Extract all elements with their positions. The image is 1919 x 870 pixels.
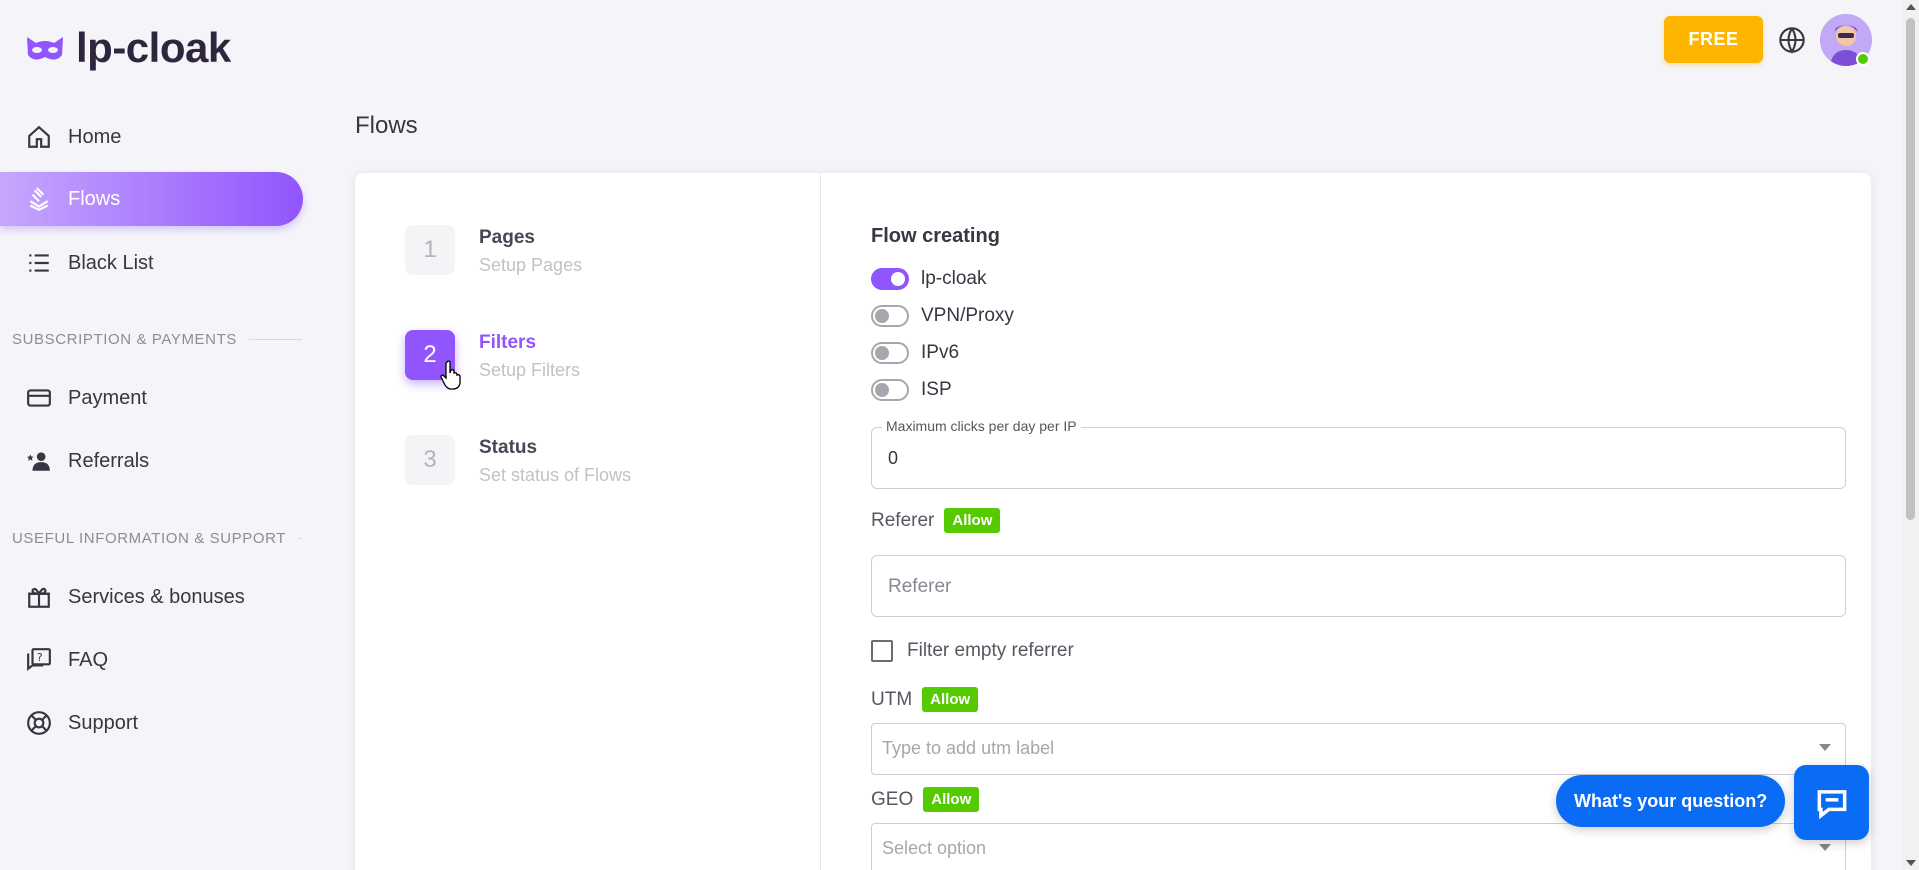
mask-logo-icon (27, 37, 63, 60)
flow-wizard-card: 1 Pages Setup Pages 2 Filters Setup Filt… (355, 173, 1871, 870)
step-title: Status (479, 437, 538, 458)
form-title: Flow creating (871, 225, 1000, 247)
section-header-info: USEFUL INFORMATION & SUPPORT (12, 530, 302, 547)
utm-select[interactable]: Type to add utm label (871, 723, 1846, 775)
lifebuoy-icon (27, 711, 51, 735)
scrollbar-thumb[interactable] (1906, 18, 1915, 520)
geo-label: GEO (871, 788, 914, 810)
step-pages[interactable]: 1 Pages Setup Pages (405, 225, 582, 276)
geo-placeholder: Select option (882, 838, 987, 858)
plan-free-button[interactable]: FREE (1664, 16, 1763, 63)
toggle-row-lp-cloak[interactable]: lp-cloak (871, 268, 986, 290)
toggle-label: IPv6 (921, 342, 960, 363)
geo-label-row: GEO Allow (871, 787, 980, 812)
toggle-label: ISP (921, 379, 952, 400)
chevron-down-icon[interactable] (1819, 744, 1831, 751)
hand-cursor-icon (440, 360, 461, 390)
chat-prompt-bubble[interactable]: What's your question? (1556, 775, 1786, 827)
step-filters[interactable]: 2 Filters Setup Filters (405, 330, 580, 381)
toggle-label: lp-cloak (921, 268, 987, 289)
logo[interactable]: lp-cloak (24, 24, 231, 72)
step-subtitle: Set status of Flows (479, 465, 632, 485)
chat-icon (1817, 789, 1846, 819)
lp-cloak-toggle[interactable] (871, 268, 909, 290)
sidebar-item-black-list[interactable]: Black List (0, 236, 303, 290)
toggle-row-vpn-proxy[interactable]: VPN/Proxy (871, 305, 1014, 327)
globe-icon[interactable] (1778, 26, 1806, 54)
sidebar-item-label: Referrals (68, 449, 150, 472)
step-title: Filters (479, 332, 537, 353)
scroll-down-arrow-icon[interactable] (1906, 860, 1916, 866)
geo-allow-badge[interactable]: Allow (923, 787, 980, 812)
gift-icon (28, 587, 50, 608)
online-status-dot (1856, 52, 1870, 66)
step-title: Pages (479, 227, 535, 248)
sidebar-item-support[interactable]: Support (0, 696, 303, 750)
max-clicks-label: Maximum clicks per day per IP (882, 418, 1081, 434)
step-status[interactable]: 3 Status Set status of Flows (405, 435, 631, 486)
filter-empty-referrer-checkbox[interactable] (871, 640, 893, 662)
section-header-subscription: SUBSCRIPTION & PAYMENTS (12, 331, 302, 348)
sidebar-item-label: Home (68, 125, 122, 148)
sidebar-item-label: FAQ (68, 648, 109, 671)
vpn-proxy-toggle[interactable] (871, 305, 909, 327)
utm-label-row: UTM Allow (871, 687, 979, 712)
user-star-icon (27, 452, 50, 471)
sidebar-item-label: Services & bonuses (68, 585, 245, 608)
sidebar-item-label: Black List (68, 251, 154, 274)
referer-label-row: Referer Allow (871, 508, 1001, 533)
utm-label: UTM (871, 688, 913, 710)
toggle-label: VPN/Proxy (921, 305, 1014, 326)
faq-icon: ? (27, 648, 51, 671)
utm-placeholder: Type to add utm label (882, 738, 1055, 758)
sidebar-item-flows[interactable]: Flows (0, 172, 303, 226)
svg-text:?: ? (37, 651, 43, 664)
card-divider (820, 173, 821, 870)
max-clicks-value: 0 (888, 448, 899, 468)
logo-text: lp-cloak (76, 24, 231, 71)
sidebar-item-faq[interactable]: ? FAQ (0, 633, 303, 687)
layers-icon (29, 187, 49, 212)
home-icon (28, 125, 50, 148)
step-subtitle: Setup Filters (479, 360, 581, 380)
step-number: 1 (405, 225, 455, 275)
credit-card-icon (27, 389, 51, 407)
sidebar-item-payment[interactable]: Payment (0, 371, 303, 425)
step-subtitle: Setup Pages (479, 255, 583, 275)
filter-empty-referrer[interactable]: Filter empty referrer (871, 640, 1074, 662)
ipv6-toggle[interactable] (871, 342, 909, 364)
geo-select[interactable]: Select option (871, 823, 1846, 870)
checkbox-label: Filter empty referrer (907, 640, 1074, 661)
sidebar: lp-cloak Home Flows Black List SUBSCRIPT… (0, 0, 320, 870)
scroll-up-arrow-icon[interactable] (1906, 4, 1916, 10)
sidebar-item-label: Flows (68, 187, 121, 210)
utm-allow-badge[interactable]: Allow (922, 687, 979, 712)
page-scrollbar[interactable] (1902, 0, 1919, 870)
sidebar-item-label: Support (68, 711, 139, 734)
referer-placeholder: Referer (888, 576, 952, 597)
referer-allow-badge[interactable]: Allow (944, 508, 1001, 533)
list-icon (29, 254, 49, 272)
referer-input[interactable]: Referer (871, 555, 1846, 617)
isp-toggle[interactable] (871, 379, 909, 401)
sidebar-item-services[interactable]: Services & bonuses (0, 570, 303, 624)
sidebar-item-home[interactable]: Home (0, 110, 303, 164)
referer-label: Referer (871, 509, 935, 531)
chevron-down-icon[interactable] (1819, 844, 1831, 851)
toggle-row-ipv6[interactable]: IPv6 (871, 342, 959, 364)
sidebar-item-referrals[interactable]: Referrals (0, 434, 303, 488)
max-clicks-field[interactable]: Maximum clicks per day per IP 0 (871, 418, 1846, 489)
step-number: 3 (405, 435, 455, 485)
chat-button[interactable] (1794, 765, 1869, 840)
sidebar-item-label: Payment (68, 386, 147, 409)
toggle-row-isp[interactable]: ISP (871, 379, 952, 401)
page-title: Flows (355, 112, 418, 139)
